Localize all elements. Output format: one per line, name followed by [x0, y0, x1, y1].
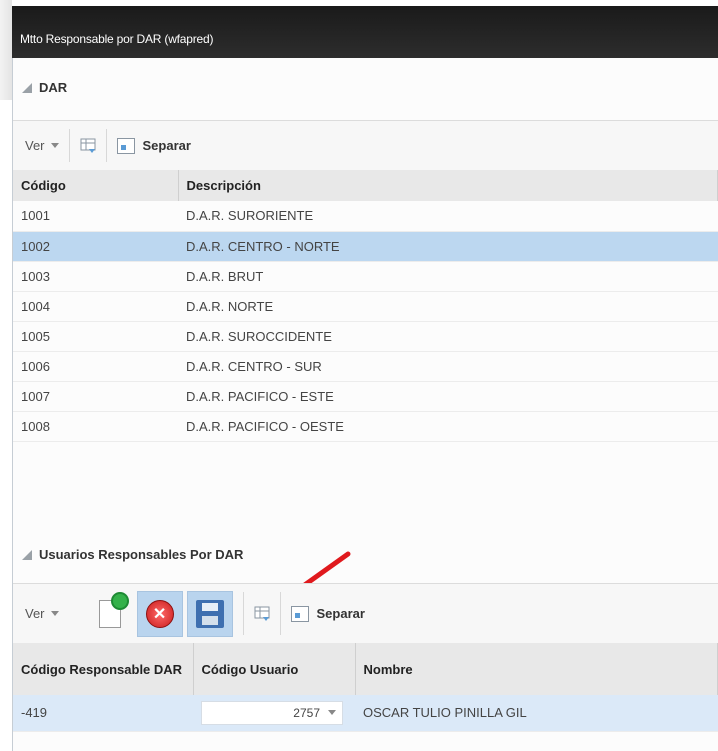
row-code: 1007	[13, 381, 178, 412]
freeze-button[interactable]	[254, 606, 270, 622]
new-record-button[interactable]	[87, 591, 133, 637]
new-document-icon	[98, 591, 129, 628]
users-toolbar: Ver ✕ Separar	[13, 583, 718, 643]
collapse-triangle-icon[interactable]	[22, 82, 32, 93]
window-title-bar: Mtto Responsable por DAR (wfapred)	[12, 6, 718, 58]
table-row[interactable]: 1005 D.A.R. SUROCCIDENTE	[13, 321, 718, 352]
freeze-columns-icon	[254, 606, 270, 621]
detach-label: Separar	[142, 138, 191, 153]
row-code: 1003	[13, 261, 178, 292]
row-description: D.A.R. NORTE	[178, 291, 718, 322]
dar-toolbar: Ver Separar	[13, 120, 718, 170]
table-row-selected[interactable]: 1002 D.A.R. CENTRO - NORTE	[13, 231, 718, 262]
row-responsible-code: -419	[13, 695, 193, 732]
row-description: D.A.R. BRUT	[178, 261, 718, 292]
freeze-columns-icon	[80, 138, 96, 153]
table-row[interactable]: -419 2757 OSCAR TULIO PINILLA GIL	[13, 695, 718, 732]
chevron-down-icon	[50, 143, 59, 148]
row-code: 1001	[13, 201, 178, 232]
freeze-button[interactable]	[80, 138, 96, 154]
table-row[interactable]: 1001 D.A.R. SURORIENTE	[13, 201, 718, 232]
table-row[interactable]: 1008 D.A.R. PACIFICO - OESTE	[13, 411, 718, 442]
user-code-field[interactable]: 2757	[201, 700, 343, 725]
row-user-code-cell: 2757	[193, 695, 355, 732]
users-section-header[interactable]: Usuarios Responsables Por DAR	[22, 547, 243, 562]
toolbar-divider	[68, 129, 70, 162]
column-header-responsible-code[interactable]: Código Responsable DAR	[13, 643, 194, 695]
column-header-name[interactable]: Nombre	[355, 643, 718, 695]
save-icon	[195, 599, 224, 628]
window-title: Mtto Responsable por DAR (wfapred)	[20, 32, 214, 46]
table-row[interactable]: 1003 D.A.R. BRUT	[13, 261, 718, 292]
save-button[interactable]	[186, 590, 233, 637]
view-menu[interactable]: Ver	[13, 606, 59, 621]
row-description: D.A.R. PACIFICO - OESTE	[178, 411, 718, 442]
view-menu[interactable]: Ver	[13, 138, 59, 153]
background-strip	[0, 0, 12, 100]
collapse-triangle-icon[interactable]	[22, 549, 32, 560]
row-description: D.A.R. SUROCCIDENTE	[178, 321, 718, 352]
row-code: 1005	[13, 321, 178, 352]
delete-icon: ✕	[145, 599, 174, 628]
view-menu-label: Ver	[25, 138, 45, 153]
table-header-row: Código Responsable DAR Código Usuario No…	[13, 643, 718, 695]
users-table: Código Responsable DAR Código Usuario No…	[13, 643, 718, 732]
row-description: D.A.R. SURORIENTE	[178, 201, 718, 232]
table-header-row: Código Descripción	[13, 170, 718, 201]
row-name: OSCAR TULIO PINILLA GIL	[355, 695, 718, 732]
toolbar-divider	[242, 592, 244, 635]
row-description: D.A.R. PACIFICO - ESTE	[178, 381, 718, 412]
delete-button[interactable]: ✕	[136, 590, 183, 637]
column-header-user-code[interactable]: Código Usuario	[193, 643, 356, 695]
row-code: 1008	[13, 411, 178, 442]
detach-button[interactable]: Separar	[290, 605, 365, 622]
dar-section-header[interactable]: DAR	[22, 80, 67, 95]
row-description: D.A.R. CENTRO - NORTE	[178, 231, 718, 262]
view-menu-label: Ver	[25, 606, 45, 621]
row-code: 1004	[13, 291, 178, 322]
row-code: 1002	[13, 231, 178, 262]
row-description: D.A.R. CENTRO - SUR	[178, 351, 718, 382]
dar-section-title: DAR	[39, 80, 68, 95]
users-section-title: Usuarios Responsables Por DAR	[39, 547, 244, 562]
dar-table: Código Descripción 1001 D.A.R. SURORIENTE…	[13, 170, 718, 442]
toolbar-divider	[279, 592, 281, 635]
detach-label: Separar	[316, 606, 365, 621]
table-row[interactable]: 1006 D.A.R. CENTRO - SUR	[13, 351, 718, 382]
chevron-down-icon	[50, 611, 59, 616]
column-header-description[interactable]: Descripción	[178, 170, 718, 201]
toolbar-divider	[105, 129, 107, 162]
row-code: 1006	[13, 351, 178, 382]
table-row[interactable]: 1004 D.A.R. NORTE	[13, 291, 718, 322]
table-row[interactable]: 1007 D.A.R. PACIFICO - ESTE	[13, 381, 718, 412]
user-code-value: 2757	[293, 705, 320, 720]
chevron-down-icon[interactable]	[328, 710, 336, 716]
column-header-code[interactable]: Código	[13, 170, 179, 201]
detach-button[interactable]: Separar	[116, 137, 191, 154]
detach-icon	[290, 605, 309, 622]
detach-icon	[116, 137, 135, 154]
